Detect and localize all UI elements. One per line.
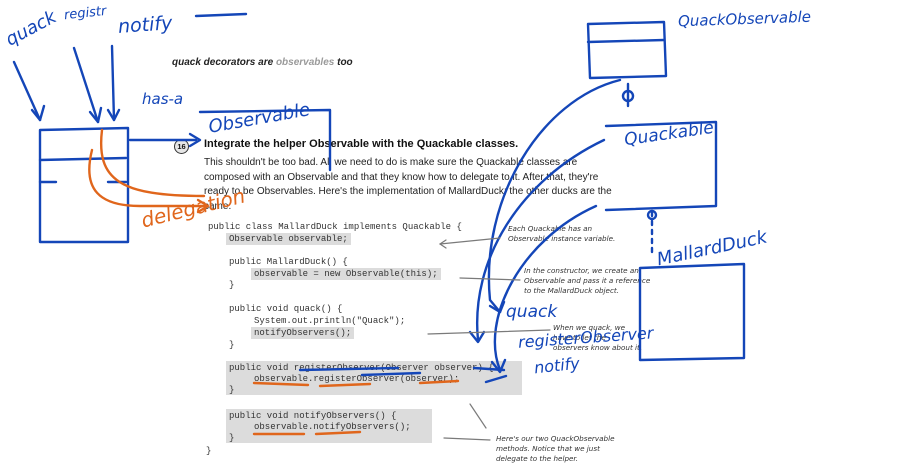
arrow-to-notify [484,374,508,384]
underline-register-observable [360,371,422,377]
note4-arrow-1 [469,403,487,429]
underline-register [298,366,400,372]
left-class-divider [38,156,128,162]
mallard-box [638,262,746,362]
loop-arrow-quack [487,78,622,314]
ink-notify: notify [117,12,174,38]
underline-notify-call [314,430,362,436]
ink-quack-2: quack [506,302,558,322]
underline-observable-reg [252,381,310,387]
underline-register-call [318,382,372,388]
arrow-notify [110,44,116,122]
arrow-register [72,46,100,124]
quackobservable-box [586,20,668,80]
ink-has-a: has-a [142,90,184,108]
note4-arrow-2 [443,437,491,441]
top-stroke [194,12,248,18]
left-class-box [38,126,130,244]
underline-observer [418,379,460,385]
quackobservable-divider [586,38,666,44]
arrow-quack [12,60,42,122]
